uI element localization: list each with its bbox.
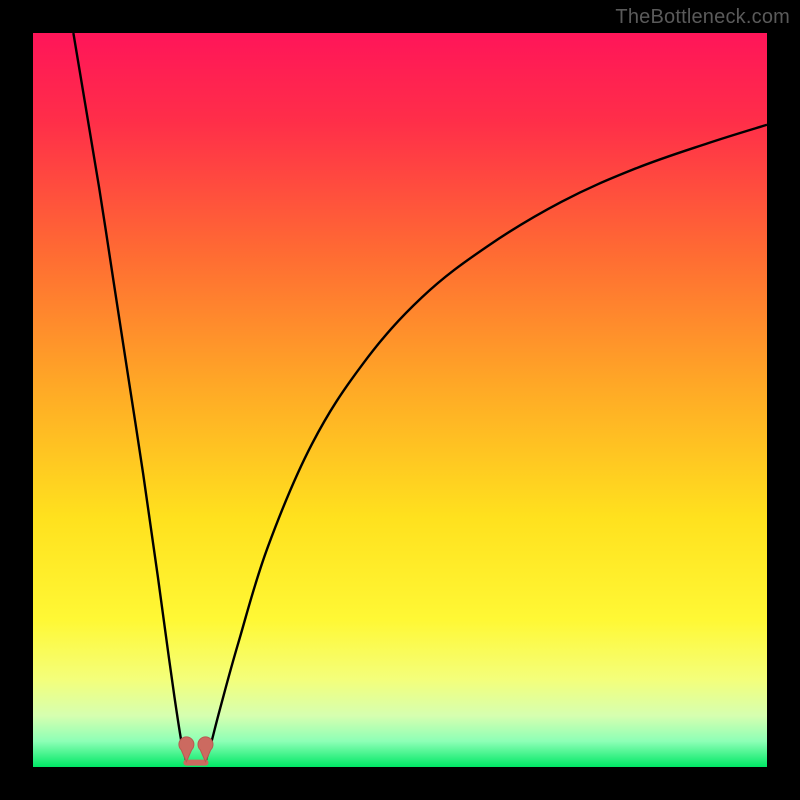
watermark-text: TheBottleneck.com <box>615 6 790 29</box>
plot-area <box>33 33 767 767</box>
gradient-background <box>33 33 767 767</box>
chart-svg <box>33 33 767 767</box>
chart-frame: TheBottleneck.com <box>0 0 800 800</box>
